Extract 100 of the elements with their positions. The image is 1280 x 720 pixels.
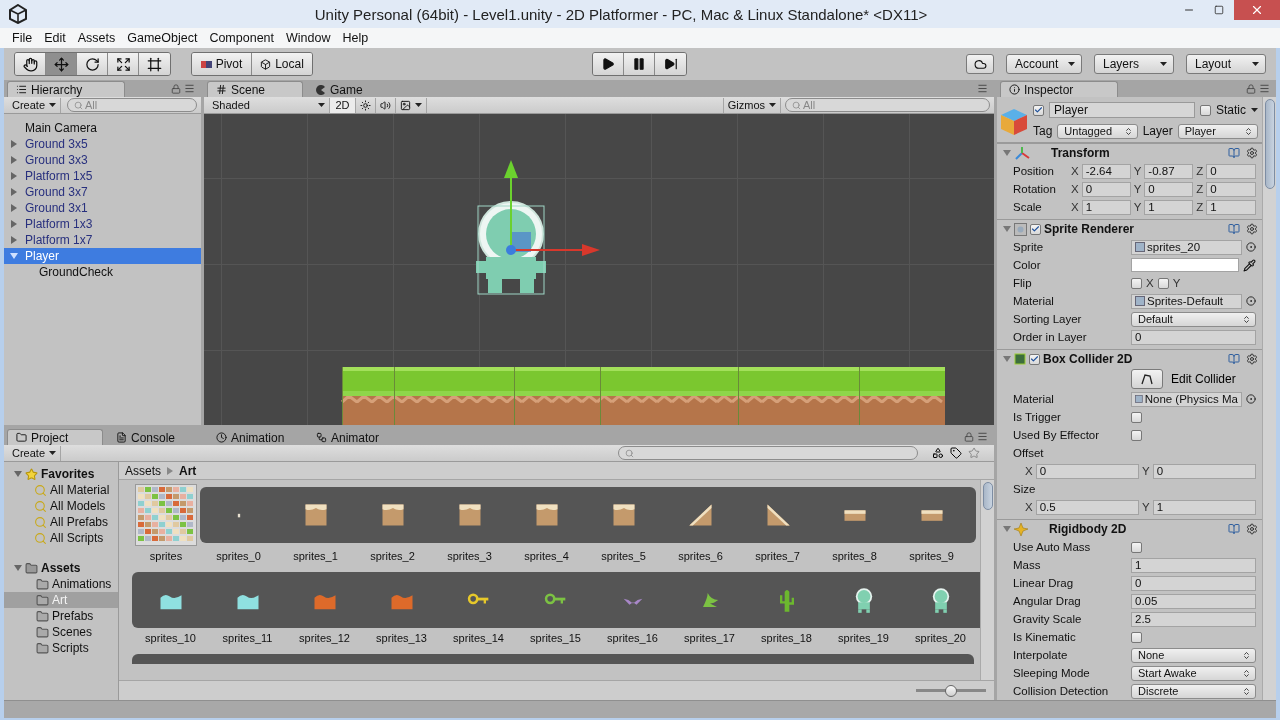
handle-mode-button[interactable]: Local — [252, 53, 312, 75]
object-field[interactable]: None (Physics Ma — [1131, 391, 1242, 407]
favorite-item[interactable]: All Prefabs — [4, 514, 118, 530]
dropdown[interactable]: Default — [1131, 311, 1256, 327]
settings-icon[interactable] — [1246, 353, 1258, 365]
hierarchy-item[interactable]: GroundCheck — [4, 264, 201, 280]
checkbox[interactable] — [1131, 277, 1142, 289]
account-dropdown[interactable]: Account — [1006, 54, 1082, 74]
number-field[interactable]: 0 — [1035, 463, 1139, 479]
tool-button[interactable] — [139, 53, 170, 75]
hierarchy-item[interactable]: Ground 3x1 — [4, 200, 201, 216]
number-field[interactable]: 0 — [1131, 329, 1256, 345]
number-field[interactable]: 0 — [1206, 163, 1256, 179]
object-picker-icon[interactable] — [1246, 242, 1256, 252]
number-field[interactable]: 0 — [1131, 575, 1256, 591]
panel-menu-icon[interactable] — [977, 83, 988, 94]
create-dropdown[interactable]: Create — [8, 445, 62, 461]
object-field[interactable]: Sprites-Default — [1131, 293, 1242, 309]
help-book-icon[interactable] — [1228, 223, 1240, 235]
number-field[interactable]: 0 — [1152, 463, 1256, 479]
disclosure-triangle-icon[interactable] — [10, 156, 18, 164]
sprite-sheet-thumbnail[interactable] — [135, 484, 197, 546]
shapes-icon[interactable] — [932, 447, 944, 459]
lock-icon[interactable] — [964, 431, 974, 442]
disclosure-triangle-icon[interactable] — [10, 220, 18, 228]
number-field[interactable]: 0 — [1206, 181, 1256, 197]
tool-button[interactable] — [108, 53, 139, 75]
eyedropper-icon[interactable] — [1243, 258, 1256, 272]
panel-tab[interactable]: Console — [107, 429, 203, 445]
disclosure-triangle-icon[interactable] — [1003, 525, 1011, 533]
scrollbar[interactable] — [1262, 97, 1276, 700]
disclosure-triangle-icon[interactable] — [1003, 355, 1011, 363]
hierarchy-item[interactable]: Platform 1x3 — [4, 216, 201, 232]
disclosure-triangle-icon[interactable] — [14, 564, 22, 572]
checkbox[interactable] — [1033, 104, 1044, 116]
disclosure-triangle-icon[interactable] — [10, 172, 18, 180]
checkbox[interactable] — [1200, 104, 1211, 116]
object-field[interactable]: sprites_20 — [1131, 239, 1242, 255]
menu-item[interactable]: Help — [336, 31, 375, 45]
dropdown[interactable]: Discrete — [1131, 683, 1256, 699]
hierarchy-item[interactable]: Ground 3x3 — [4, 152, 201, 168]
settings-icon[interactable] — [1246, 523, 1258, 535]
gizmos-dropdown[interactable]: Gizmos — [722, 97, 781, 113]
number-field[interactable]: 1 — [1152, 499, 1256, 515]
panel-tab[interactable]: Inspector — [1000, 81, 1118, 97]
create-dropdown[interactable]: Create — [8, 97, 62, 113]
folder-item[interactable]: Scenes — [4, 624, 118, 640]
disclosure-triangle-icon[interactable] — [1003, 225, 1011, 233]
tool-button[interactable] — [46, 53, 77, 75]
favorite-item[interactable]: All Material — [4, 482, 118, 498]
lock-icon[interactable] — [1246, 83, 1256, 94]
disclosure-triangle-icon[interactable] — [10, 236, 18, 244]
hierarchy-item[interactable]: Platform 1x5 — [4, 168, 201, 184]
menu-item[interactable]: File — [6, 31, 39, 45]
dropdown[interactable]: Start Awake — [1131, 665, 1256, 681]
menu-item[interactable]: GameObject — [121, 31, 204, 45]
object-picker-icon[interactable] — [1246, 296, 1256, 306]
layer-dropdown[interactable]: Player — [1177, 123, 1258, 139]
scrollbar[interactable] — [980, 480, 994, 680]
disclosure-triangle-icon[interactable] — [10, 188, 18, 196]
folder-item[interactable]: Prefabs — [4, 608, 118, 624]
lock-icon[interactable] — [171, 83, 181, 94]
panel-tab[interactable]: Hierarchy — [7, 81, 125, 97]
color-field[interactable] — [1131, 258, 1239, 272]
tool-button[interactable] — [77, 53, 108, 75]
panel-tab[interactable]: Scene — [207, 81, 303, 97]
number-field[interactable]: -0.87 — [1144, 163, 1194, 179]
hierarchy-item[interactable]: Platform 1x7 — [4, 232, 201, 248]
checkbox[interactable] — [1131, 541, 1142, 553]
tag-icon[interactable] — [950, 447, 962, 459]
search-field[interactable] — [618, 446, 918, 460]
breadcrumb-link[interactable]: Assets — [125, 463, 161, 478]
breadcrumb-link[interactable]: Art — [179, 463, 197, 478]
star-icon[interactable] — [968, 447, 980, 459]
tool-button[interactable] — [15, 53, 46, 75]
panel-menu-icon[interactable] — [977, 431, 988, 442]
number-field[interactable]: 2.5 — [1131, 611, 1256, 627]
alien-sprite-drawing[interactable] — [476, 201, 546, 295]
object-picker-icon[interactable] — [1246, 394, 1256, 404]
disclosure-triangle-icon[interactable] — [10, 204, 18, 212]
checkbox[interactable] — [1131, 429, 1142, 441]
2d-toggle[interactable]: 2D — [330, 97, 356, 113]
menu-item[interactable]: Assets — [71, 31, 122, 45]
layout-dropdown[interactable]: Layout — [1186, 54, 1266, 74]
panel-menu-icon[interactable] — [184, 83, 195, 94]
number-field[interactable]: 1 — [1131, 557, 1256, 573]
handle-mode-button[interactable]: Pivot — [192, 53, 252, 75]
cloud-button[interactable] — [966, 54, 994, 74]
hierarchy-item[interactable]: Ground 3x7 — [4, 184, 201, 200]
edit-collider-button[interactable] — [1131, 369, 1163, 389]
menu-item[interactable]: Window — [280, 31, 337, 45]
playback-button[interactable] — [655, 53, 686, 75]
number-field[interactable]: 1 — [1081, 199, 1131, 215]
number-field[interactable]: 0.5 — [1035, 499, 1139, 515]
help-book-icon[interactable] — [1228, 353, 1240, 365]
folder-item[interactable]: Animations — [4, 576, 118, 592]
number-field[interactable]: -2.64 — [1081, 163, 1131, 179]
playback-button[interactable] — [624, 53, 655, 75]
hierarchy-item[interactable]: Player — [4, 248, 201, 264]
tag-dropdown[interactable]: Untagged — [1057, 123, 1138, 139]
